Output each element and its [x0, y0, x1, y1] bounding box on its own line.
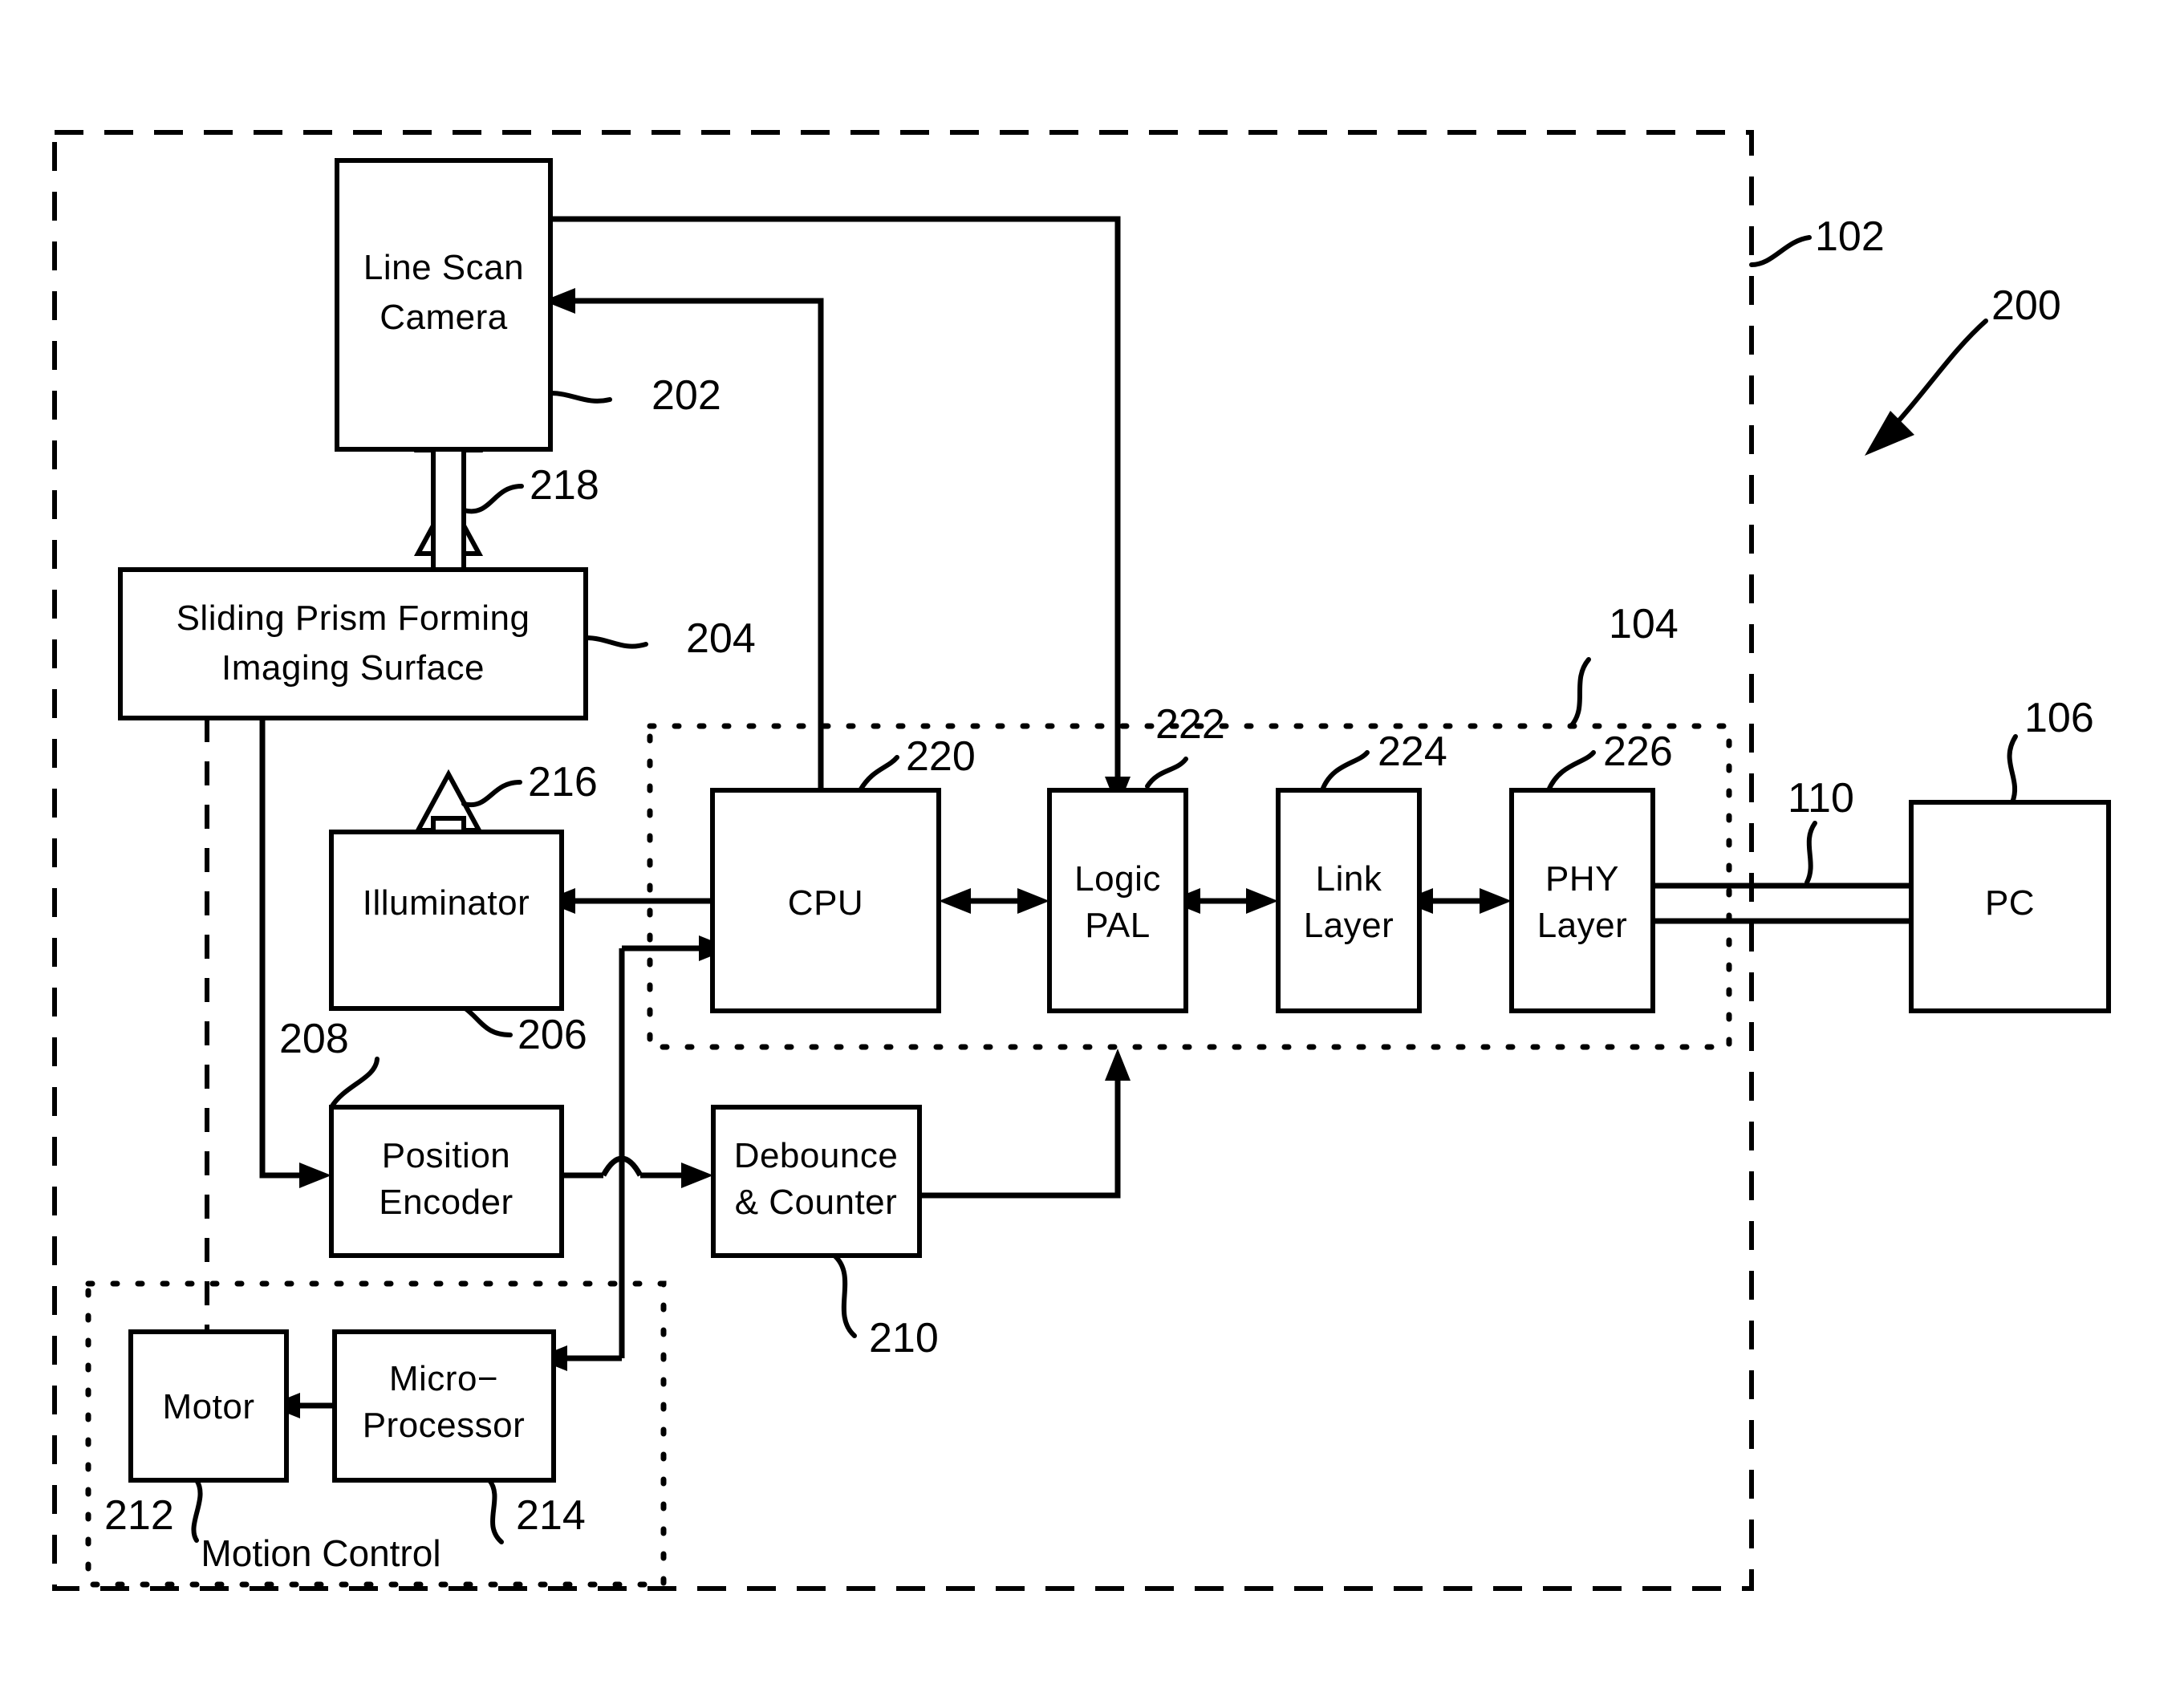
wire-debounce-to-logicpal	[919, 1067, 1121, 1199]
label-line-scan-camera-1: Line Scan	[363, 248, 524, 287]
arrowhead-phy-left	[1480, 888, 1512, 914]
ref-label-206: 206	[518, 1012, 587, 1058]
box-logic-pal[interactable]	[1047, 788, 1188, 1013]
leader-ref-218	[461, 484, 524, 514]
arrowhead-logicpal-bottom	[1105, 1049, 1131, 1081]
label-phy-layer-2: Layer	[1537, 906, 1628, 945]
leader-ref-110	[1804, 821, 1817, 885]
label-logic-pal-1: Logic	[1074, 859, 1161, 899]
block-diagram: Line Scan Camera Sliding Prism Forming I…	[52, 130, 2111, 1591]
label-debounce-1: Debounce	[734, 1136, 899, 1175]
ref-label-102: 102	[1815, 213, 1885, 260]
arrowhead-cpu-right	[939, 888, 971, 914]
leader-ref-216	[461, 780, 522, 808]
ref-label-216: 216	[528, 759, 598, 805]
leader-ref-222	[1145, 757, 1188, 789]
ref-label-110: 110	[1788, 775, 1854, 822]
label-sliding-prism-1: Sliding Prism Forming	[177, 599, 530, 638]
arrowhead-link-left	[1246, 888, 1278, 914]
ref-label-222: 222	[1155, 701, 1225, 748]
arrowhead-ref-200	[1865, 411, 1914, 456]
label-sliding-prism-2: Imaging Surface	[221, 648, 485, 688]
ref-label-226: 226	[1603, 728, 1673, 775]
label-microprocessor-2: Processor	[363, 1406, 526, 1445]
leader-ref-220	[858, 755, 899, 793]
leader-ref-202	[548, 391, 612, 404]
leader-ref-226	[1546, 750, 1596, 793]
ref-label-208: 208	[279, 1016, 349, 1062]
box-sliding-prism[interactable]	[118, 567, 588, 720]
label-cpu: CPU	[788, 883, 863, 923]
label-phy-layer-1: PHY	[1545, 859, 1619, 899]
arrowhead-encoder-left	[299, 1163, 331, 1188]
label-link-layer-2: Layer	[1304, 906, 1394, 945]
ref-label-202: 202	[652, 372, 721, 419]
leader-ref-214	[487, 1478, 504, 1544]
leader-ref-208	[329, 1057, 380, 1110]
ref-label-204: 204	[686, 615, 756, 662]
box-link-layer[interactable]	[1276, 788, 1422, 1013]
wire-camera-to-logicpal	[550, 216, 1121, 790]
ref-label-106: 106	[2024, 695, 2094, 741]
label-debounce-2: & Counter	[735, 1183, 898, 1222]
leader-ref-210	[832, 1253, 857, 1338]
leader-ref-102	[1749, 235, 1812, 267]
label-microprocessor-1: Micro−	[389, 1359, 498, 1398]
ref-label-212: 212	[104, 1492, 174, 1539]
label-position-encoder-2: Encoder	[379, 1183, 513, 1222]
label-motor: Motor	[163, 1387, 255, 1426]
label-pc: PC	[1985, 883, 2035, 923]
wire-prism-to-encoder	[259, 718, 313, 1179]
leader-ref-104	[1569, 657, 1591, 728]
box-phy-layer[interactable]	[1509, 788, 1655, 1013]
box-debounce-counter[interactable]	[711, 1105, 922, 1258]
ref-label-220: 220	[906, 733, 976, 780]
leader-ref-212	[191, 1478, 203, 1543]
leader-ref-224	[1320, 750, 1370, 793]
ref-label-210: 210	[869, 1315, 939, 1361]
ref-label-214: 214	[516, 1492, 586, 1539]
ref-label-218: 218	[530, 462, 599, 509]
ref-label-104: 104	[1609, 601, 1679, 647]
label-illuminator: Illuminator	[363, 883, 530, 923]
ref-label-224: 224	[1378, 728, 1447, 775]
leader-ref-106	[2007, 734, 2018, 805]
box-position-encoder[interactable]	[329, 1105, 564, 1258]
label-line-scan-camera-2: Camera	[380, 298, 508, 337]
leader-ref-204	[583, 635, 648, 649]
label-position-encoder-1: Position	[382, 1136, 511, 1175]
patent-figure-canvas: Line Scan Camera Sliding Prism Forming I…	[0, 0, 2184, 1688]
arrowhead-debounce-left	[681, 1163, 713, 1188]
label-motion-control: Motion Control	[201, 1532, 440, 1574]
label-logic-pal-2: PAL	[1085, 906, 1150, 945]
ref-label-200: 200	[1991, 282, 2061, 329]
label-link-layer-1: Link	[1316, 859, 1382, 899]
leader-ref-206	[463, 1006, 513, 1037]
arrowhead-logicpal-left	[1017, 888, 1049, 914]
